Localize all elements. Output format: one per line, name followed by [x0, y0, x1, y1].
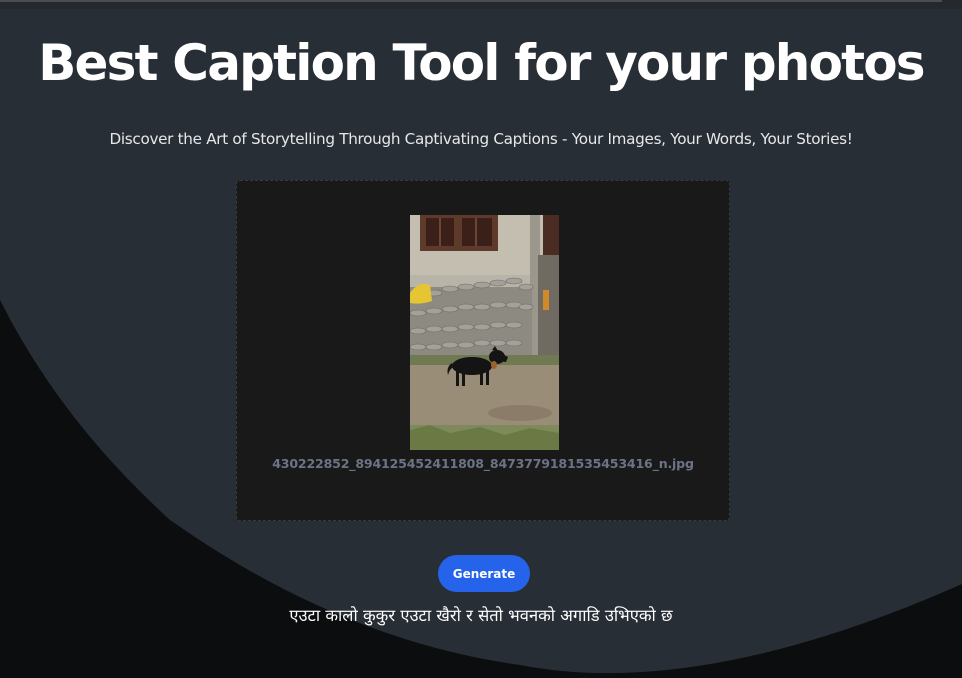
uploaded-image-preview	[410, 215, 559, 450]
page-title: Best Caption Tool for your photos	[38, 34, 925, 92]
generated-caption: एउटा कालो कुकुर एउटा खैरो र सेतो भवनको अ…	[289, 606, 673, 625]
page-subtitle: Discover the Art of Storytelling Through…	[109, 130, 853, 148]
uploaded-filename: 430222852_894125452411808_84737791815354…	[272, 456, 694, 471]
generate-button[interactable]: Generate	[438, 555, 530, 592]
